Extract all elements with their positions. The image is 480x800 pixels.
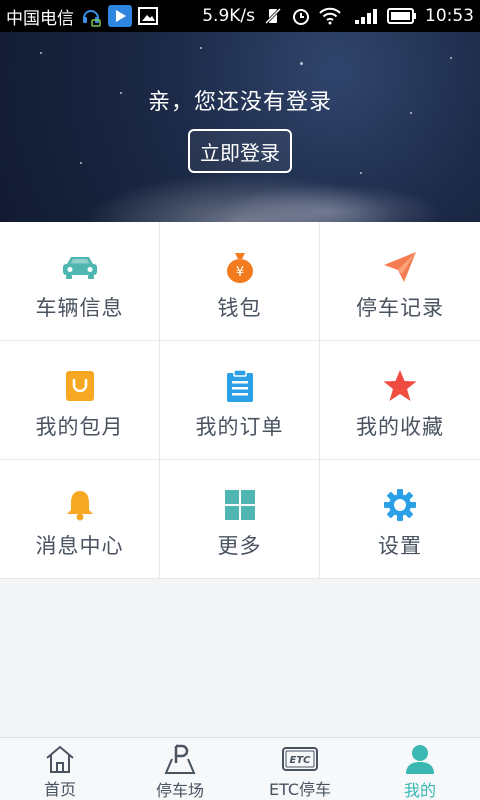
play-store-icon [108, 5, 132, 27]
gear-icon [380, 488, 420, 522]
tab-label: 我的 [403, 781, 436, 800]
grid-item-message-center[interactable]: 消息中心 [0, 460, 160, 579]
tab-mine[interactable]: 我的 [360, 738, 480, 800]
svg-text:¥: ¥ [235, 265, 243, 280]
carrier-name: 中国电信 [6, 8, 74, 29]
login-prompt-text: 亲，您还没有登录 [147, 90, 332, 115]
star-dot [200, 47, 202, 49]
money-bag-icon: ¥ [220, 250, 260, 284]
tab-label: ETC停车 [268, 780, 332, 799]
headset-notification-icon [80, 5, 102, 27]
grid-item-label: 钱包 [217, 296, 262, 320]
tab-parking-lot[interactable]: 停车场 [120, 738, 240, 800]
star-dot [300, 62, 303, 65]
grid-item-parking-records[interactable]: 停车记录 [320, 222, 480, 341]
car-icon [60, 250, 100, 284]
alarm-icon [291, 6, 311, 26]
shopping-bag-icon [60, 369, 100, 403]
grid-item-label: 我的订单 [195, 415, 284, 439]
bell-icon [60, 488, 100, 522]
star-dot [450, 57, 452, 59]
grid-item-settings[interactable]: 设置 [320, 460, 480, 579]
grid-item-wallet[interactable]: ¥ 钱包 [160, 222, 320, 341]
grid-item-vehicle-info[interactable]: 车辆信息 [0, 222, 160, 341]
grid-item-label: 我的收藏 [356, 415, 444, 439]
parking-icon [163, 743, 197, 775]
clipboard-icon [220, 369, 260, 403]
person-icon [404, 743, 436, 775]
network-speed: 5.9K/s [202, 6, 255, 26]
status-bar: 中国电信 5.9K/s 10:53 [0, 0, 480, 32]
home-icon [44, 743, 76, 774]
grid-item-more[interactable]: 更多 [160, 460, 320, 579]
image-notification-icon [138, 7, 158, 25]
login-button[interactable]: 立即登录 [188, 129, 292, 173]
battery-icon [387, 8, 417, 24]
clock: 10:53 [425, 6, 474, 26]
grid-item-label: 车辆信息 [35, 296, 124, 320]
tab-home[interactable]: 首页 [0, 738, 120, 800]
grid-item-my-orders[interactable]: 我的订单 [160, 341, 320, 460]
vibrate-off-icon [263, 6, 283, 26]
grid-icon [220, 488, 260, 522]
paper-plane-icon [380, 250, 420, 284]
grid-item-label: 更多 [217, 534, 262, 558]
etc-icon-text: ETC [290, 755, 312, 766]
etc-card-icon: ETC [282, 743, 318, 774]
star-dot [40, 52, 42, 54]
grid-item-label: 设置 [378, 534, 422, 558]
star-dot [360, 172, 362, 174]
tab-label: 首页 [43, 780, 76, 799]
grid-item-monthly-pass[interactable]: 我的包月 [0, 341, 160, 460]
tab-etc-parking[interactable]: ETC ETC停车 [240, 738, 360, 800]
grid-item-label: 我的包月 [35, 415, 124, 439]
star-icon [380, 369, 420, 403]
signal-icon [349, 7, 379, 25]
profile-header-banner: 亲，您还没有登录 立即登录 [0, 32, 480, 222]
star-dot [80, 162, 82, 164]
grid-item-label: 消息中心 [35, 534, 124, 558]
grid-item-label: 停车记录 [356, 296, 444, 320]
feature-grid: 车辆信息 ¥ 钱包 停车记录 我的包月 我的订单 我的收藏 消息中心 更多 设置 [0, 222, 480, 579]
grid-item-favorites[interactable]: 我的收藏 [320, 341, 480, 460]
bottom-tab-bar: 首页 停车场 ETC ETC停车 我的 [0, 737, 480, 800]
tab-label: 停车场 [155, 781, 204, 800]
wifi-icon [319, 7, 341, 25]
